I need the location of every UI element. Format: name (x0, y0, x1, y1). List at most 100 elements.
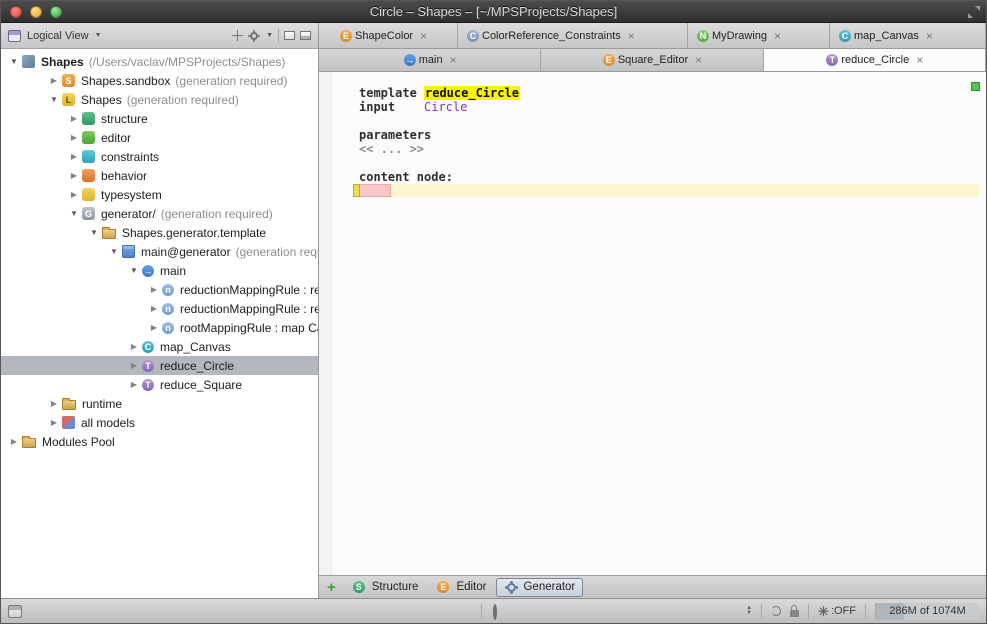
dock-pin-icon[interactable] (232, 30, 243, 41)
template-name-cell[interactable]: reduce_Circle (424, 86, 520, 100)
sandbox-model-icon: S (62, 74, 75, 87)
expanded-arrow-icon[interactable]: ▼ (107, 247, 121, 256)
collapse-all-icon[interactable] (284, 31, 295, 40)
collapsed-arrow-icon[interactable]: ▶ (67, 152, 81, 161)
editor-tab-Square_Editor[interactable]: ESquare_Editor× (541, 49, 763, 71)
aspect-tab-Editor[interactable]: EEditor (428, 578, 494, 597)
tree-row-all-models[interactable]: ▶ all models (1, 413, 318, 432)
scroll-updown-icon[interactable]: ▲▼ (746, 606, 752, 616)
aspect-tab-Generator[interactable]: Generator (496, 578, 583, 597)
tab-close-button[interactable]: × (926, 29, 933, 43)
folder-icon (62, 400, 76, 410)
panel-settings-gear-icon[interactable] (250, 32, 258, 40)
lock-icon[interactable] (790, 610, 799, 617)
collapsed-arrow-icon[interactable]: ▶ (67, 190, 81, 199)
mapping-config-icon: → (142, 265, 154, 277)
collapsed-arrow-icon[interactable]: ▶ (147, 304, 161, 313)
tree-row-generator-[interactable]: ▼Ggenerator/(generation required) (1, 204, 318, 223)
tree-row-constraints[interactable]: ▶constraints (1, 147, 318, 166)
expanded-arrow-icon[interactable]: ▼ (47, 95, 61, 104)
collapsed-arrow-icon[interactable]: ▶ (47, 76, 61, 85)
editor-pane[interactable]: template reduce_Circle input Circle para… (319, 72, 986, 575)
window-titlebar[interactable]: Circle – Shapes – [~/MPSProjects/Shapes] (1, 1, 986, 23)
tree-row-map_Canvas[interactable]: ▶Cmap_Canvas (1, 337, 318, 356)
tree-row-typesystem[interactable]: ▶ typesystem (1, 185, 318, 204)
tab-close-button[interactable]: × (450, 53, 457, 67)
add-aspect-button[interactable]: + (327, 580, 336, 595)
tree-row-Shapes[interactable]: ▼Shapes(/Users/vaclav/MPSProjects/Shapes… (1, 52, 318, 71)
tab-close-button[interactable]: × (628, 29, 635, 43)
tab-close-button[interactable]: × (916, 53, 923, 67)
tab-close-button[interactable]: × (420, 29, 427, 43)
tree-row-reductionMappingRule-re[interactable]: ▶nreductionMappingRule : re (1, 280, 318, 299)
minimize-window-button[interactable] (30, 6, 42, 18)
chevron-down-icon[interactable]: ▼ (95, 32, 102, 39)
tree-row-editor[interactable]: ▶editor (1, 128, 318, 147)
tab-close-button[interactable]: × (695, 53, 702, 67)
editor-tab-main[interactable]: →main× (319, 49, 541, 71)
aspect-tab-Structure[interactable]: SStructure (344, 578, 427, 597)
blank-line (359, 114, 520, 128)
tree-row-behavior[interactable]: ▶behavior (1, 166, 318, 185)
view-selector[interactable]: Logical View (27, 30, 89, 42)
expanded-arrow-icon[interactable]: ▼ (87, 228, 101, 237)
collapsed-arrow-icon[interactable]: ▶ (147, 285, 161, 294)
tree-row-main-generator[interactable]: ▼main@generator(generation required) (1, 242, 318, 261)
tree-row-structure[interactable]: ▶structure (1, 109, 318, 128)
traffic-lights (10, 6, 62, 18)
expanded-arrow-icon[interactable]: ▼ (67, 209, 81, 218)
tree-row-main[interactable]: ▼→main (1, 261, 318, 280)
input-concept-cell[interactable]: Circle (424, 100, 467, 114)
memory-indicator[interactable]: 286M of 1074M (875, 603, 979, 620)
expanded-arrow-icon[interactable]: ▼ (127, 266, 141, 275)
collapsed-arrow-icon[interactable]: ▶ (67, 114, 81, 123)
tree-row-Shapes-sandbox[interactable]: ▶SShapes.sandbox(generation required) (1, 71, 318, 90)
tree-row-Modules-Pool[interactable]: ▶Modules Pool (1, 432, 318, 451)
collapsed-arrow-icon[interactable]: ▶ (67, 133, 81, 142)
editor-tab-MyDrawing[interactable]: NMyDrawing× (688, 23, 830, 48)
tree-row-Shapes[interactable]: ▼LShapes(generation required) (1, 90, 318, 109)
tree-row-runtime[interactable]: ▶runtime (1, 394, 318, 413)
collapsed-arrow-icon[interactable]: ▶ (47, 399, 61, 408)
content-node-line[interactable] (353, 184, 979, 197)
tree-item-label: all models (81, 416, 135, 430)
tree-row-reductionMappingRule-re[interactable]: ▶nreductionMappingRule : re (1, 299, 318, 318)
collapsed-arrow-icon[interactable]: ▶ (147, 323, 161, 332)
collapsed-arrow-icon[interactable]: ▶ (67, 171, 81, 180)
inspections-off-label: :OFF (831, 605, 856, 617)
collapsed-arrow-icon[interactable]: ▶ (127, 361, 141, 370)
collapsed-arrow-icon[interactable]: ▶ (127, 342, 141, 351)
rule-icon: n (162, 303, 174, 315)
collapsed-arrow-icon[interactable]: ▶ (47, 418, 61, 427)
tree-row-Shapes-generator-template[interactable]: ▼Shapes.generator.template (1, 223, 318, 242)
close-window-button[interactable] (10, 6, 22, 18)
editor-tab-reduce_Circle[interactable]: Treduce_Circle× (764, 49, 986, 71)
sync-status-icon[interactable] (771, 606, 781, 616)
statusbar-gear-icon[interactable] (493, 604, 497, 620)
hide-panel-icon[interactable] (300, 31, 311, 40)
inspections-toggle[interactable]: ✳ :OFF (818, 605, 856, 618)
tab-label: Square_Editor (618, 54, 688, 66)
zoom-window-button[interactable] (50, 6, 62, 18)
toolwindow-toggle-icon[interactable] (8, 605, 22, 618)
editor-tab-ColorReference_Constraints[interactable]: CColorReference_Constraints× (458, 23, 688, 48)
tree-row-reduce_Circle[interactable]: ▶Treduce_Circle (1, 356, 318, 375)
resize-grip-icon[interactable] (968, 6, 980, 18)
tree-item-label: generator/ (101, 207, 156, 221)
tab-label: reduce_Circle (841, 54, 909, 66)
tree-row-reduce_Square[interactable]: ▶Treduce_Square (1, 375, 318, 394)
gear-chevron-icon[interactable]: ▼ (266, 32, 273, 39)
content-cursor-cell[interactable] (353, 184, 360, 197)
rule-icon: n (162, 322, 174, 334)
error-stripe-ok-indicator (971, 82, 980, 91)
collapsed-arrow-icon[interactable]: ▶ (7, 437, 21, 446)
editor-tab-ShapeColor[interactable]: EShapeColor× (331, 23, 458, 48)
tree-row-rootMappingRule-map-Ca[interactable]: ▶nrootMappingRule : map Ca (1, 318, 318, 337)
collapsed-arrow-icon[interactable]: ▶ (127, 380, 141, 389)
expanded-arrow-icon[interactable]: ▼ (7, 57, 21, 66)
tree-item-label: typesystem (101, 188, 162, 202)
content-error-cell[interactable] (360, 184, 391, 197)
parameters-placeholder-cell[interactable]: << ... >> (359, 142, 424, 156)
tab-close-button[interactable]: × (774, 29, 781, 43)
editor-tab-map_Canvas[interactable]: Cmap_Canvas× (830, 23, 986, 48)
